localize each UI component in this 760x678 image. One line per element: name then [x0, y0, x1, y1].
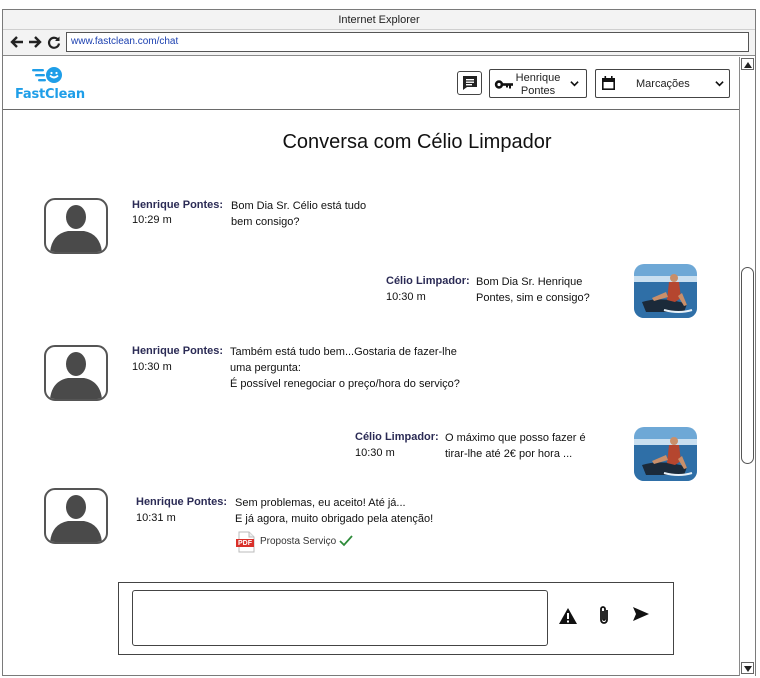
scroll-up-arrow[interactable] [741, 58, 754, 70]
message-line: O máximo que posso fazer é [445, 432, 586, 444]
user-silhouette-icon [50, 205, 102, 252]
url-input[interactable]: www.fastclean.com/chat [66, 32, 749, 52]
calendar-icon [602, 76, 615, 90]
message-line: uma pergunta: [230, 362, 301, 374]
message-line: Sem problemas, eu aceito! Até já... [235, 497, 406, 509]
window-title: Internet Explorer [3, 10, 755, 30]
checkmark-icon [339, 535, 353, 547]
user-silhouette-icon [50, 352, 102, 399]
chevron-down-icon [570, 81, 579, 87]
message-time: 10:29 m [132, 214, 172, 226]
scroll-down-arrow[interactable] [741, 662, 754, 674]
fastclean-logo-icon [32, 67, 62, 83]
avatar-henrique [44, 345, 108, 401]
paperclip-icon [600, 606, 608, 624]
warning-icon [559, 608, 577, 624]
user-menu-dropdown[interactable]: Henrique Pontes [489, 69, 587, 98]
user-menu-first-name: Henrique [515, 72, 561, 84]
logo-text: FastClean [15, 87, 85, 102]
send-button[interactable] [631, 604, 653, 626]
message-text: Também está tudo bem...Gostaria de fazer… [230, 344, 460, 392]
message-sender: Célio Limpador: [355, 431, 439, 443]
refresh-icon[interactable] [46, 34, 62, 50]
report-button[interactable] [558, 606, 580, 628]
forward-arrow-icon[interactable] [27, 34, 43, 50]
key-icon [494, 80, 513, 89]
message-composer [118, 582, 674, 655]
message-text: O máximo que posso fazer é tirar-lhe até… [445, 430, 586, 462]
message-sender: Henrique Pontes: [136, 496, 228, 508]
message-text: Bom Dia Sr. Célio está tudo bem consigo? [231, 198, 366, 230]
avatar-celio-photo [634, 427, 697, 481]
vertical-scrollbar[interactable] [739, 57, 755, 676]
avatar-henrique [44, 198, 108, 254]
message-line: É possível renegociar o preço/hora do se… [230, 378, 460, 390]
chevron-down-icon [715, 81, 724, 87]
message-time: 10:30 m [386, 291, 426, 303]
message-line: Também está tudo bem...Gostaria de fazer… [230, 346, 457, 358]
message-input[interactable] [132, 590, 548, 646]
fastclean-logo[interactable]: FastClean [13, 65, 103, 103]
app-viewport: FastClean Henrique Pontes Marcações Conv… [3, 57, 739, 676]
app-header: FastClean Henrique Pontes Marcações [3, 57, 739, 110]
chat-button[interactable] [457, 71, 482, 95]
message-line: Bom Dia Sr. Henrique [476, 276, 583, 288]
user-menu-last-name: Pontes [520, 85, 556, 97]
message-time: 10:31 m [136, 512, 176, 524]
page-title: Conversa com Célio Limpador [282, 131, 552, 153]
pdf-badge: PDF [238, 540, 252, 547]
message-line: E já agora, muito obrigado pela atenção! [235, 513, 434, 525]
browser-window: Internet Explorer www.fastclean.com/chat [2, 9, 756, 676]
bookings-dropdown[interactable]: Marcações [595, 69, 730, 98]
message-line: bem consigo? [231, 216, 300, 228]
message-line: tirar-lhe até 2€ por hora ... [445, 448, 573, 460]
message-time: 10:30 m [355, 447, 395, 459]
attach-file-button[interactable] [595, 604, 617, 626]
message-line: Pontes, sim e consigo? [476, 292, 590, 304]
address-bar: www.fastclean.com/chat [3, 30, 755, 56]
chat-icon [463, 76, 477, 90]
message-line: Bom Dia Sr. Célio está tudo [231, 200, 367, 212]
back-arrow-icon[interactable] [9, 34, 25, 50]
attachment-name: Proposta Serviço [260, 536, 337, 547]
message-time: 10:30 m [132, 361, 172, 373]
message-sender: Henrique Pontes: [132, 199, 224, 211]
bookings-label: Marcações [636, 78, 690, 90]
avatar-celio-photo [634, 264, 697, 318]
send-icon [633, 607, 649, 621]
message-text: Bom Dia Sr. Henrique Pontes, sim e consi… [476, 274, 590, 306]
message-text: Sem problemas, eu aceito! Até já... E já… [235, 495, 433, 527]
scroll-thumb[interactable] [741, 267, 754, 464]
user-menu-label: Henrique Pontes [512, 72, 564, 98]
message-sender: Henrique Pontes: [132, 345, 224, 357]
avatar-henrique [44, 488, 108, 544]
user-silhouette-icon [50, 495, 102, 542]
message-sender: Célio Limpador: [386, 275, 470, 287]
